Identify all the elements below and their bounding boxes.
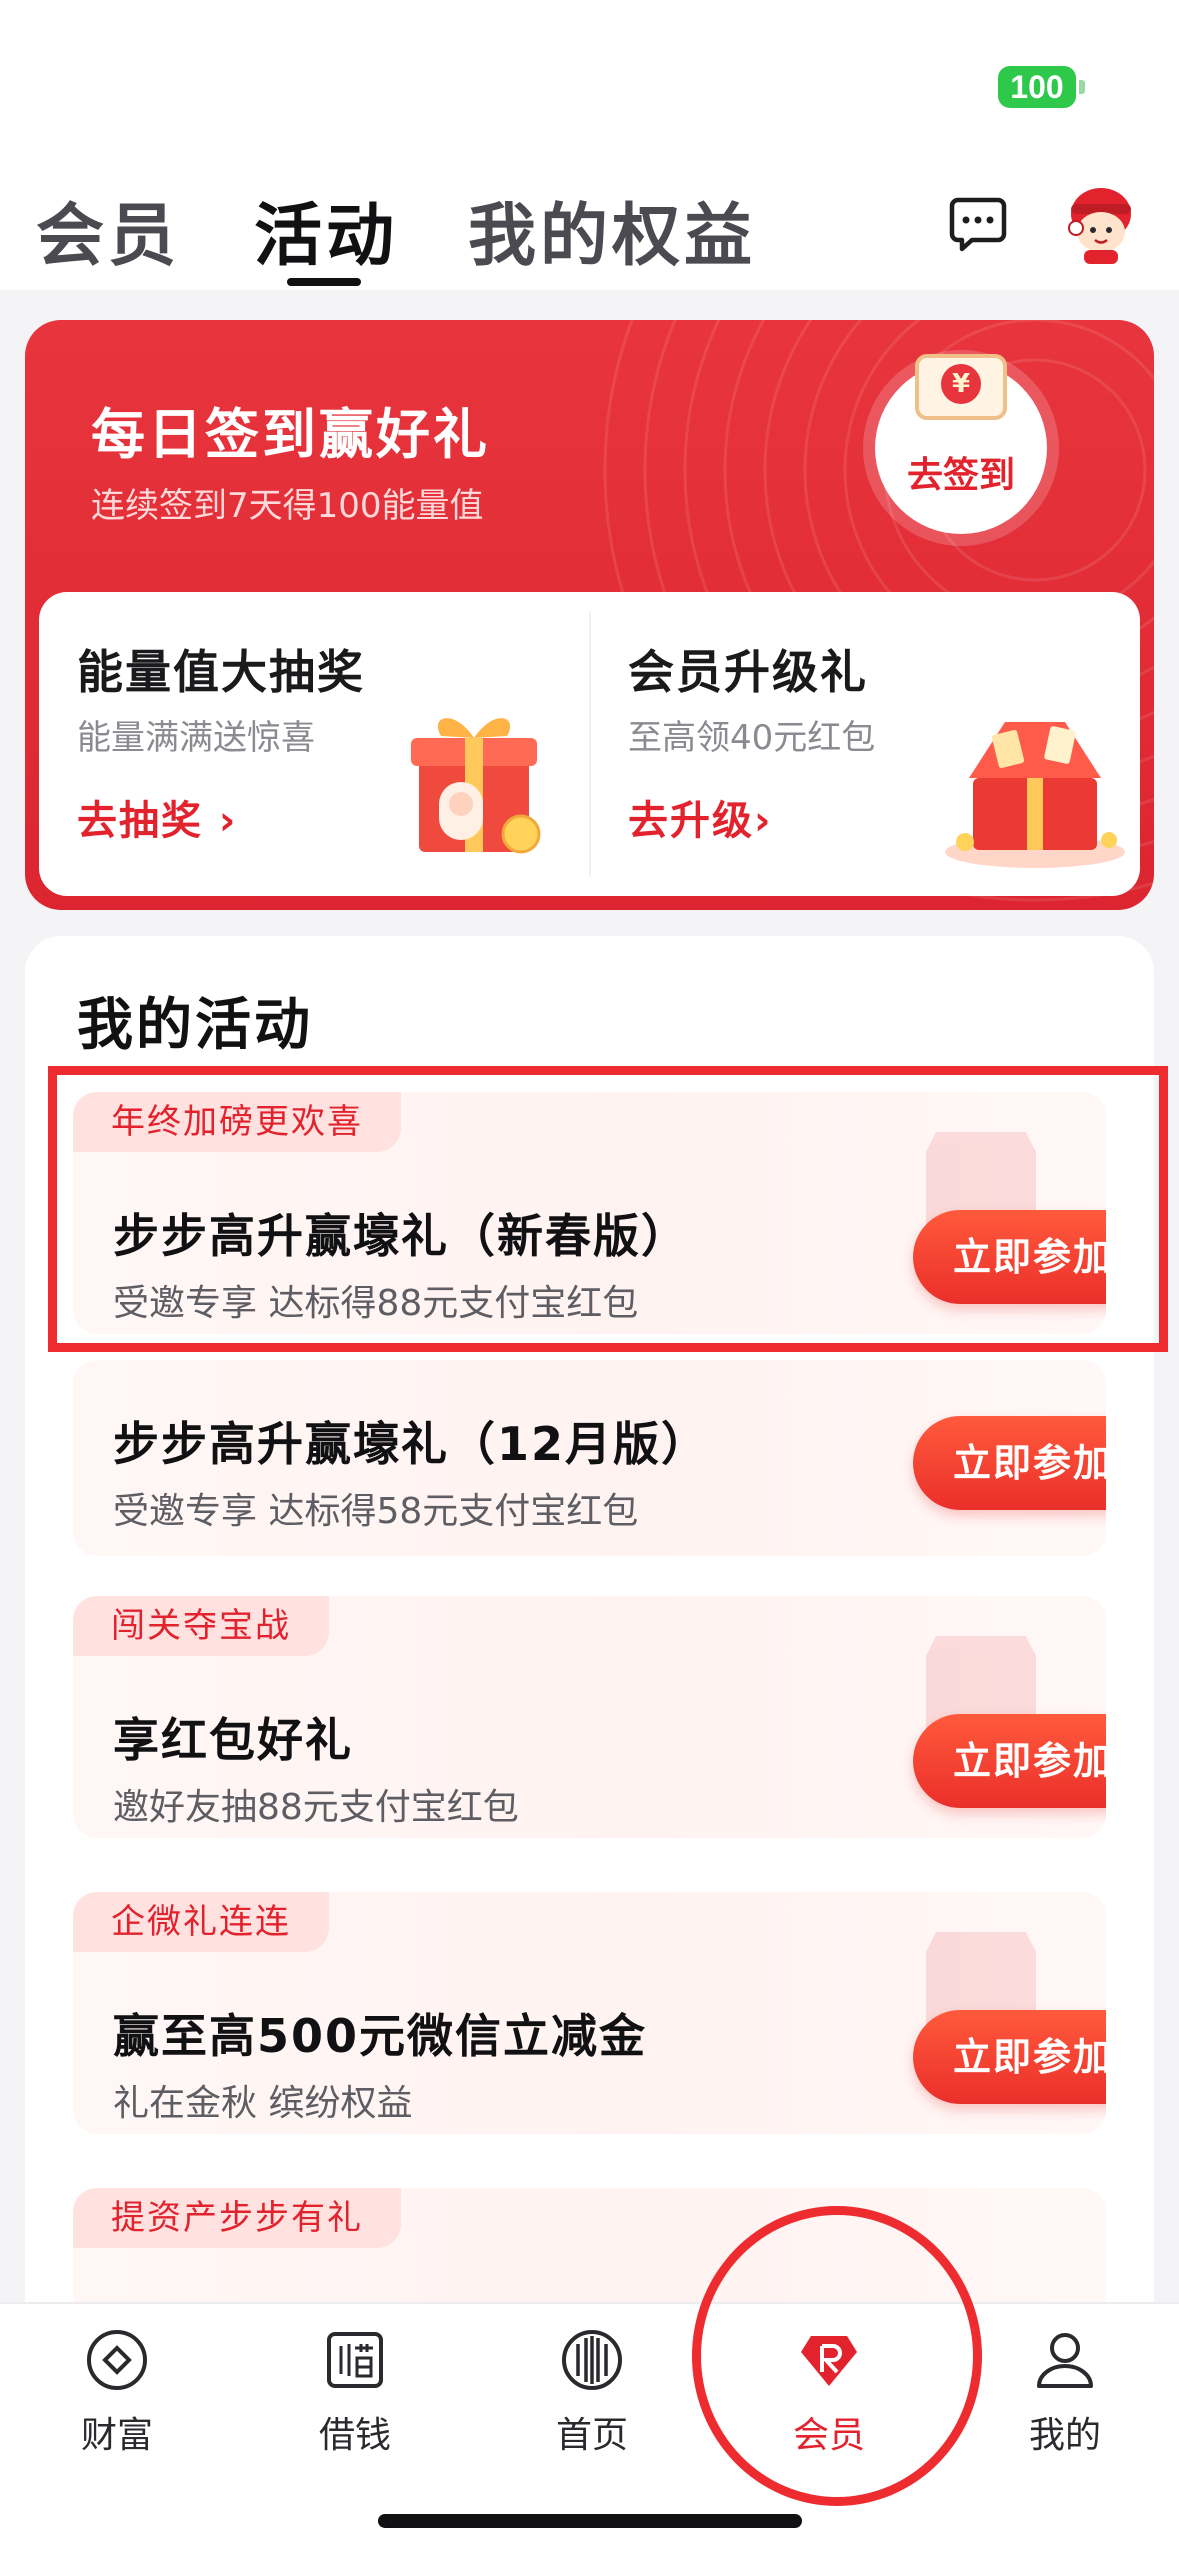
- top-tab-bar: 会员 活动 我的权益: [0, 150, 1179, 290]
- activity-card[interactable]: 闯关夺宝战 享红包好礼 邀好友抽88元支付宝红包 立即参加: [73, 1596, 1106, 1838]
- activity-card[interactable]: 企微礼连连 赢至高500元微信立减金 礼在金秋 缤纷权益 立即参加: [73, 1892, 1106, 2134]
- activity-card[interactable]: 年终加磅更欢喜 步步高升赢壕礼（新春版） 受邀专享 达标得88元支付宝红包 立即…: [73, 1092, 1106, 1334]
- nav-label: 借钱: [318, 2415, 391, 2456]
- promo-subtitle: 能量满满送惊喜: [77, 718, 315, 758]
- active-tab-indicator: [287, 278, 361, 286]
- gift-box-icon: [411, 718, 541, 854]
- go-upgrade-link[interactable]: 去升级›: [628, 788, 772, 846]
- message-icon[interactable]: [946, 192, 1010, 256]
- activity-card[interactable]: 步步高升赢壕礼（12月版） 受邀专享 达标得58元支付宝红包 立即参加: [73, 1360, 1106, 1556]
- profile-icon: [1037, 2333, 1093, 2388]
- nav-label: 会员: [792, 2415, 865, 2456]
- activity-tag: 闯关夺宝战: [73, 1596, 329, 1656]
- wealth-icon: [87, 2330, 147, 2390]
- nav-item-wealth[interactable]: 财富: [52, 2326, 182, 2476]
- promo-cards: 能量值大抽奖 能量满满送惊喜 去抽奖 › 会员升级礼 至高领40元红包 去升级›: [39, 592, 1140, 896]
- battery-indicator: 100: [998, 66, 1076, 108]
- banner-title: 每日签到赢好礼: [91, 403, 490, 466]
- activity-subtitle: 受邀专享 达标得58元支付宝红包: [113, 1491, 639, 1532]
- nav-label: 首页: [555, 2415, 628, 2456]
- promo-title: 能量值大抽奖: [77, 645, 365, 699]
- nav-label: 财富: [80, 2415, 153, 2456]
- promo-subtitle: 至高领40元红包: [628, 718, 876, 758]
- promo-energy-lottery[interactable]: 能量值大抽奖 能量满满送惊喜 去抽奖 ›: [39, 592, 589, 896]
- go-lottery-link[interactable]: 去抽奖 ›: [77, 788, 237, 846]
- member-gem-icon: [801, 2336, 857, 2386]
- battery-tip: [1079, 80, 1085, 94]
- activity-subtitle: 邀好友抽88元支付宝红包: [113, 1787, 519, 1828]
- banner-subtitle: 连续签到7天得100能量值: [91, 486, 484, 526]
- activity-subtitle: 礼在金秋 缤纷权益: [113, 2083, 413, 2124]
- activity-title: 步步高升赢壕礼（12月版）: [113, 1417, 710, 1471]
- activity-title: 步步高升赢壕礼（新春版）: [113, 1209, 689, 1263]
- signin-button[interactable]: ¥ 去签到: [875, 354, 1047, 534]
- join-now-button[interactable]: 立即参加: [913, 1416, 1106, 1510]
- tab-activities[interactable]: 活动: [254, 180, 398, 279]
- coin-icon: ¥: [941, 364, 981, 404]
- status-bar: 100: [0, 0, 1179, 150]
- join-now-button[interactable]: 立即参加: [913, 1714, 1106, 1808]
- promo-title: 会员升级礼: [628, 645, 868, 699]
- mascot-avatar[interactable]: [1058, 180, 1144, 266]
- nav-item-member[interactable]: 会员: [764, 2326, 894, 2476]
- nav-label: 我的: [1028, 2415, 1101, 2456]
- join-now-button[interactable]: 立即参加: [913, 1210, 1106, 1304]
- activity-tag: 提资产步步有礼: [73, 2188, 401, 2248]
- borrow-icon: [327, 2332, 383, 2388]
- signin-label: 去签到: [906, 455, 1015, 496]
- open-gift-icon: [945, 722, 1125, 868]
- activity-subtitle: 受邀专享 达标得88元支付宝红包: [113, 1283, 639, 1324]
- tab-my-benefits[interactable]: 我的权益: [468, 180, 756, 279]
- home-indicator: [378, 2514, 802, 2528]
- home-icon: [562, 2330, 622, 2390]
- tab-member[interactable]: 会员: [36, 180, 180, 279]
- join-now-button[interactable]: 立即参加: [913, 2010, 1106, 2104]
- activity-tag: 年终加磅更欢喜: [73, 1092, 401, 1152]
- red-envelope-icon: ¥: [915, 354, 1007, 420]
- activity-tag: 企微礼连连: [73, 1892, 329, 1952]
- activity-title: 赢至高500元微信立减金: [113, 2009, 648, 2063]
- activity-title: 享红包好礼: [113, 1713, 353, 1767]
- nav-item-borrow[interactable]: 借钱: [290, 2326, 420, 2476]
- nav-item-home[interactable]: 首页: [527, 2326, 657, 2476]
- daily-signin-banner: 每日签到赢好礼 连续签到7天得100能量值 ¥ 去签到 能量值大抽奖 能量满满送…: [25, 320, 1154, 910]
- promo-member-upgrade[interactable]: 会员升级礼 至高领40元红包 去升级›: [590, 592, 1140, 896]
- activities-heading: 我的活动: [77, 993, 313, 1058]
- nav-item-profile[interactable]: 我的: [1000, 2326, 1130, 2476]
